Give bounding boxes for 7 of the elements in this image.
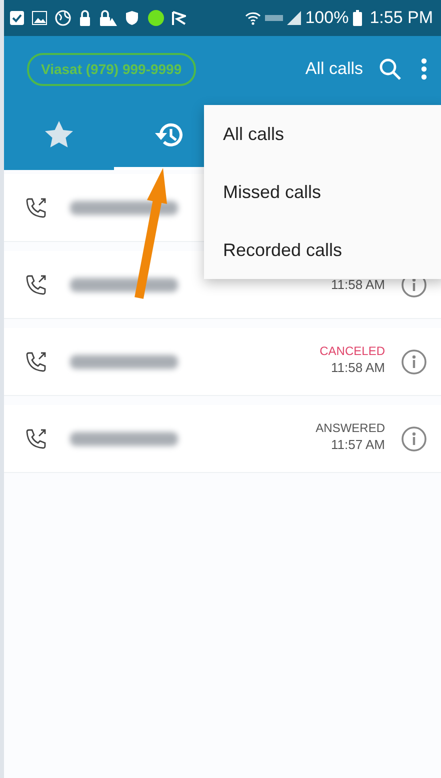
call-status: CANCELED (320, 345, 385, 358)
call-time: 11:58 AM (331, 359, 385, 378)
call-time: 11:57 AM (331, 436, 385, 454)
call-time: 11:58 AM (331, 276, 385, 294)
battery-percentage: 100% (305, 7, 349, 30)
clock-time: 1:55 PM (370, 7, 433, 30)
call-status: ANSWERED (316, 422, 385, 436)
